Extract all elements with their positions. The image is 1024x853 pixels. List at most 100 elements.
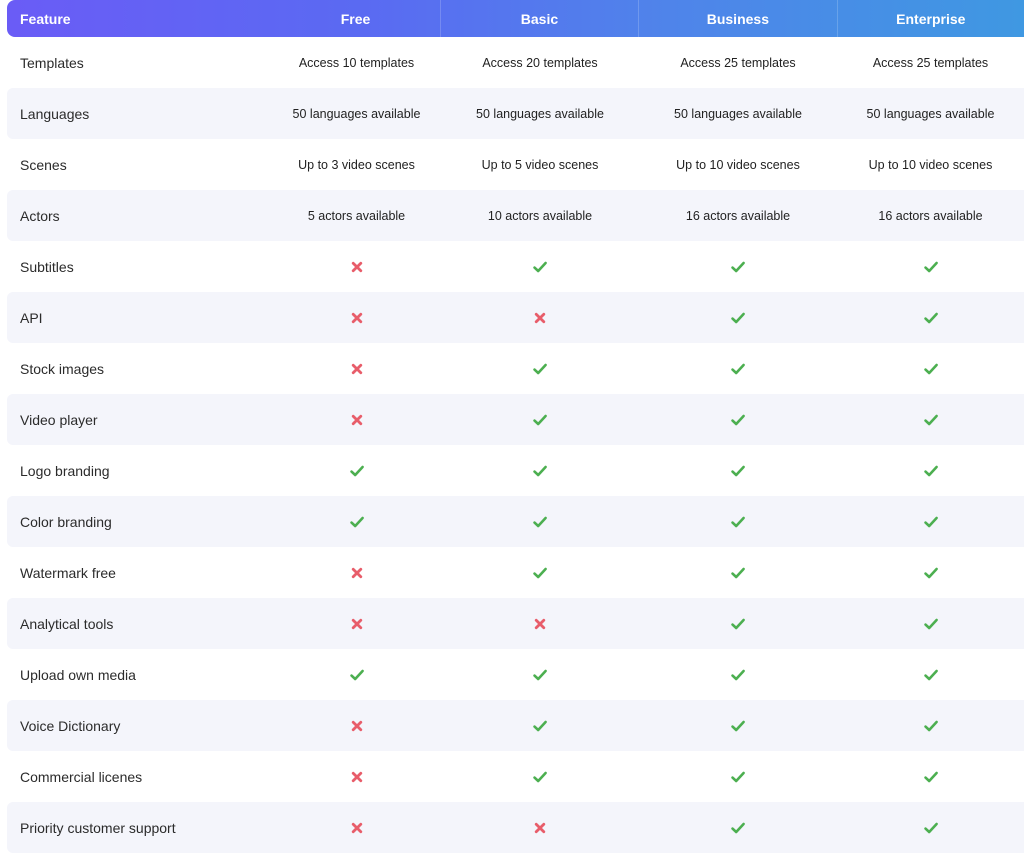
plan-cell [837, 565, 1024, 581]
feature-label: Video player [20, 411, 98, 428]
plan-cell [441, 412, 639, 428]
cross-icon [349, 718, 365, 734]
plan-cell-text: 16 actors available [878, 208, 983, 223]
check-icon [730, 310, 746, 326]
cross-icon [532, 616, 548, 632]
feature-label: Scenes [20, 156, 67, 173]
table-row: Commercial licenes [7, 751, 1024, 802]
check-icon [532, 769, 548, 785]
cross-icon [532, 310, 548, 326]
feature-label: Stock images [20, 360, 105, 377]
plan-cell [272, 565, 441, 581]
plan-cell-text: Up to 5 video scenes [481, 157, 599, 172]
pricing-comparison-table: Feature Free Basic Business Enterprise T… [0, 0, 1024, 853]
plan-cell [441, 463, 639, 479]
plan-cell [639, 769, 837, 785]
check-icon [923, 463, 939, 479]
table-row: Video player [7, 394, 1024, 445]
check-icon [730, 769, 746, 785]
check-icon [532, 259, 548, 275]
plan-cell [272, 616, 441, 632]
check-icon [923, 310, 939, 326]
plan-cell [272, 769, 441, 785]
cross-icon [349, 310, 365, 326]
plan-cell-text: Access 10 templates [298, 55, 415, 70]
plan-cell [272, 463, 441, 479]
table-row: Scenes Up to 3 video scenes Up to 5 video … [7, 139, 1024, 190]
feature-label: Analytical tools [20, 615, 114, 632]
plan-cell [837, 718, 1024, 734]
feature-label: Actors [20, 207, 60, 224]
plan-cell [441, 310, 639, 326]
table-row: Actors 5 actors available 10 actors availa… [7, 190, 1024, 241]
check-icon [923, 514, 939, 530]
cross-icon [349, 412, 365, 428]
cross-icon [532, 820, 548, 836]
table-row: Watermark free [7, 547, 1024, 598]
table-row: Subtitles [7, 241, 1024, 292]
plan-cell [441, 514, 639, 530]
check-icon [923, 769, 939, 785]
check-icon [730, 412, 746, 428]
plan-cell [441, 565, 639, 581]
feature-label: Commercial licenes [20, 768, 143, 785]
header-plan-basic: Basic [439, 0, 638, 37]
check-icon [923, 259, 939, 275]
plan-cell-text: Access 20 templates [482, 55, 598, 70]
plan-cell [441, 718, 639, 734]
plan-cell [639, 616, 837, 632]
plan-cell [639, 361, 837, 377]
check-icon [532, 565, 548, 581]
check-icon [532, 667, 548, 683]
plan-cell [837, 463, 1024, 479]
plan-cell [441, 616, 639, 632]
feature-label: Templates [20, 54, 84, 71]
check-icon [730, 514, 746, 530]
plan-cell [441, 820, 639, 836]
plan-cell [272, 667, 441, 683]
plan-cell [639, 667, 837, 683]
plan-cell [272, 514, 441, 530]
table-row: Upload own media [7, 649, 1024, 700]
check-icon [730, 463, 746, 479]
plan-cell [639, 565, 837, 581]
feature-label: Languages [20, 105, 90, 122]
plan-cell [272, 718, 441, 734]
plan-cell [272, 412, 441, 428]
check-icon [730, 667, 746, 683]
plan-cell-text: Up to 3 video scenes [298, 157, 415, 172]
cross-icon [349, 769, 365, 785]
feature-label: Logo branding [20, 462, 110, 479]
check-icon [730, 565, 746, 581]
feature-label: Voice Dictionary [20, 717, 121, 734]
plan-cell-text: 50 languages available [292, 106, 421, 121]
plan-cell-text: 10 actors available [487, 208, 593, 223]
check-icon [923, 412, 939, 428]
check-icon [532, 718, 548, 734]
table-row: Stock images [7, 343, 1024, 394]
plan-cell [837, 310, 1024, 326]
header-plan-free: Free [340, 10, 371, 27]
feature-label: Upload own media [20, 666, 136, 683]
plan-cell [272, 259, 441, 275]
header-plan-business: Business [638, 0, 836, 37]
feature-label: Subtitles [20, 258, 74, 275]
check-icon [349, 463, 365, 479]
plan-cell [837, 412, 1024, 428]
plan-cell-text: Access 25 templates [872, 55, 989, 70]
table-row: Logo branding [7, 445, 1024, 496]
check-icon [532, 514, 548, 530]
plan-cell [441, 361, 639, 377]
check-icon [730, 820, 746, 836]
feature-label: Color branding [20, 513, 112, 530]
table-row: Priority customer support [7, 802, 1024, 853]
check-icon [730, 718, 746, 734]
check-icon [923, 820, 939, 836]
plan-cell [272, 361, 441, 377]
plan-cell [272, 820, 441, 836]
check-icon [730, 259, 746, 275]
plan-cell [639, 259, 837, 275]
check-icon [349, 514, 365, 530]
table-row: Voice Dictionary [7, 700, 1024, 751]
plan-cell [441, 259, 639, 275]
